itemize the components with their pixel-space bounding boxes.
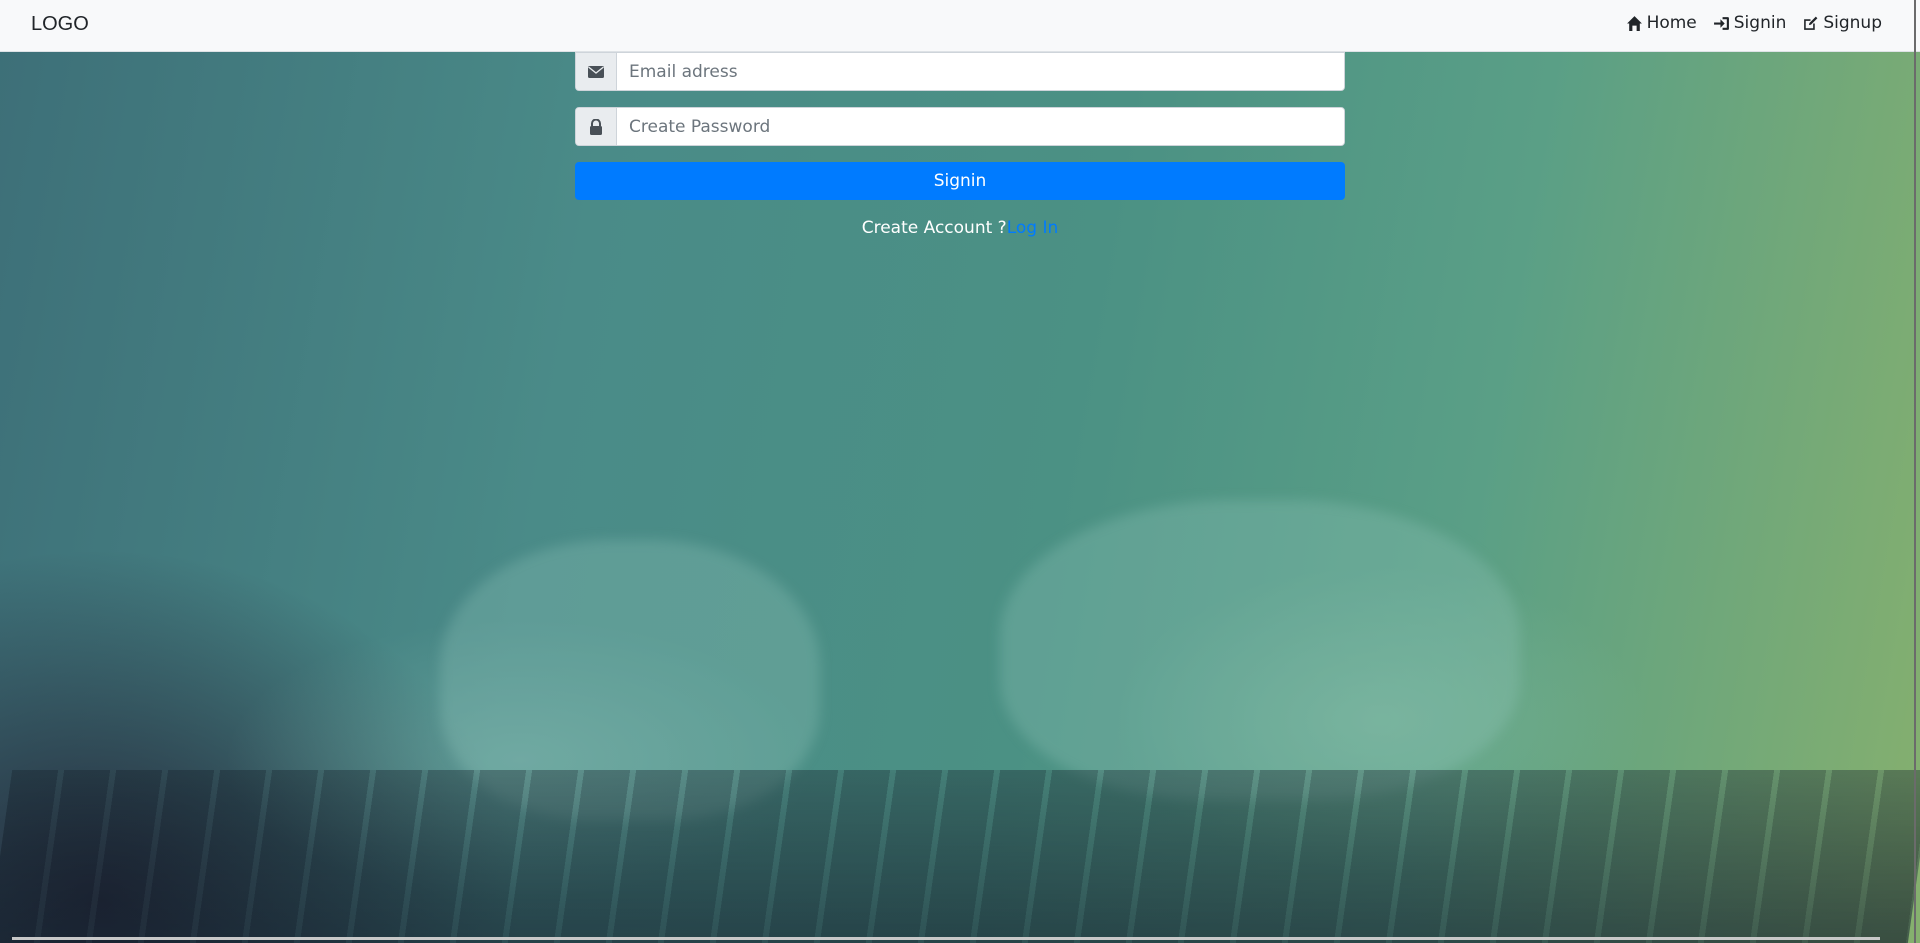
account-prompt-text: Create Account ? [861,218,1007,238]
scrollbar[interactable] [1914,0,1916,943]
lock-icon [590,118,602,135]
account-prompt-line: Create Account ?Log In [575,218,1345,238]
keyboard-decoration [0,770,1920,943]
signin-button[interactable]: Signin [575,162,1345,200]
nav-menu: Home Signin Signup [1626,13,1882,33]
navbar: LOGO Home Signin Signup [0,0,1920,52]
sign-in-icon [1713,16,1729,30]
edit-icon [1804,16,1818,30]
nav-item-signin[interactable]: Signin [1713,13,1787,33]
nav-item-home[interactable]: Home [1626,13,1697,33]
home-icon [1626,15,1642,31]
nav-item-label: Home [1646,13,1697,33]
bottom-divider [12,937,1880,940]
email-addon [576,53,617,90]
login-link[interactable]: Log In [1007,218,1059,238]
email-field[interactable] [617,53,1344,90]
email-input-group [575,52,1345,91]
signin-form: Signin Create Account ?Log In [575,52,1345,238]
password-addon [576,108,617,145]
password-field[interactable] [617,108,1344,145]
nav-item-label: Signin [1733,13,1787,33]
logo[interactable]: LOGO [31,13,89,36]
nav-item-signup[interactable]: Signup [1802,13,1882,33]
nav-item-label: Signup [1823,13,1882,33]
password-input-group [575,107,1345,146]
right-hand-decoration [1000,500,1520,800]
envelope-icon [588,65,604,78]
